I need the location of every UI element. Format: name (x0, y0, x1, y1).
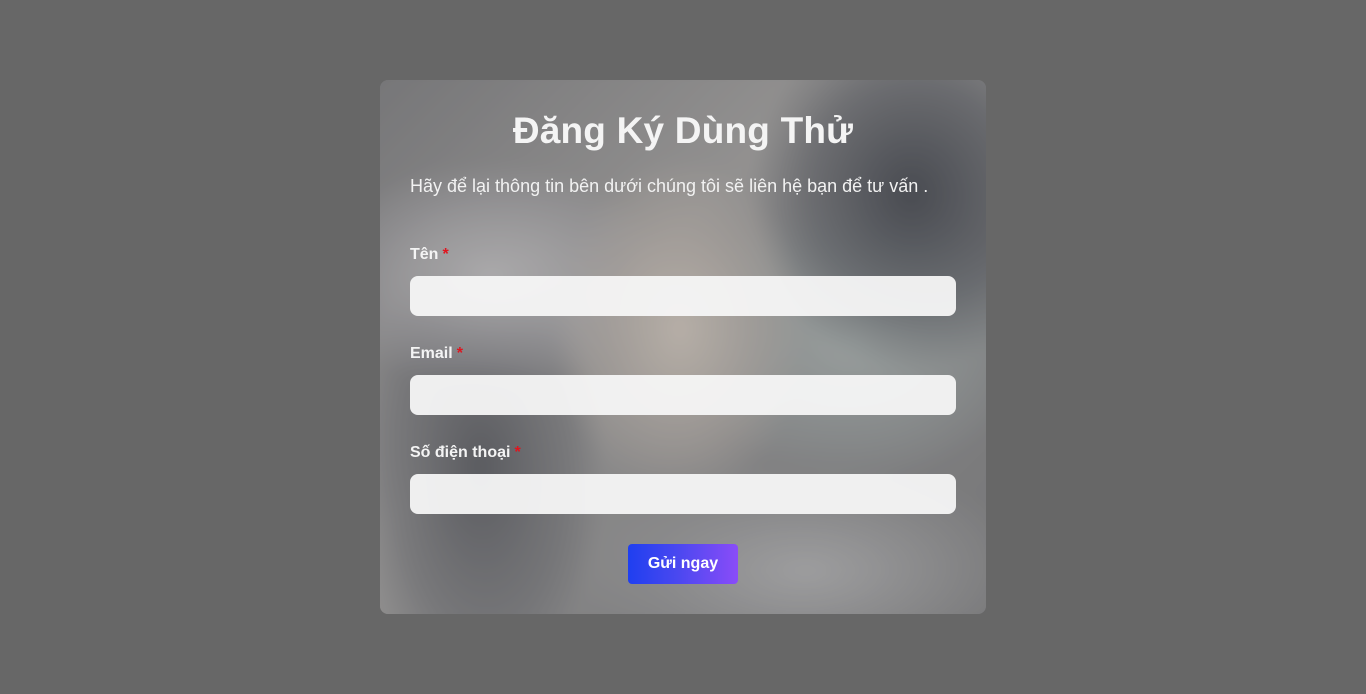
required-marker: * (456, 345, 463, 362)
submit-button[interactable]: Gửi ngay (628, 544, 738, 584)
signup-form: Đăng Ký Dùng Thử Hãy để lại thông tin bê… (380, 80, 986, 614)
email-field-label: Email * (410, 345, 463, 363)
name-input[interactable] (410, 276, 956, 316)
email-label-text: Email (410, 345, 453, 362)
name-field-label: Tên * (410, 246, 449, 264)
phone-input[interactable] (410, 474, 956, 514)
form-subtitle: Hãy để lại thông tin bên dưới chúng tôi … (410, 176, 929, 196)
required-marker: * (442, 246, 449, 263)
phone-field-label: Số điện thoại * (410, 444, 521, 462)
form-title: Đăng Ký Dùng Thử (512, 110, 854, 151)
phone-label-text: Số điện thoại (410, 444, 511, 461)
required-marker: * (514, 444, 521, 461)
email-input[interactable] (410, 375, 956, 415)
name-label-text: Tên (410, 246, 439, 263)
signup-card: Đăng Ký Dùng Thử Hãy để lại thông tin bê… (380, 80, 986, 614)
